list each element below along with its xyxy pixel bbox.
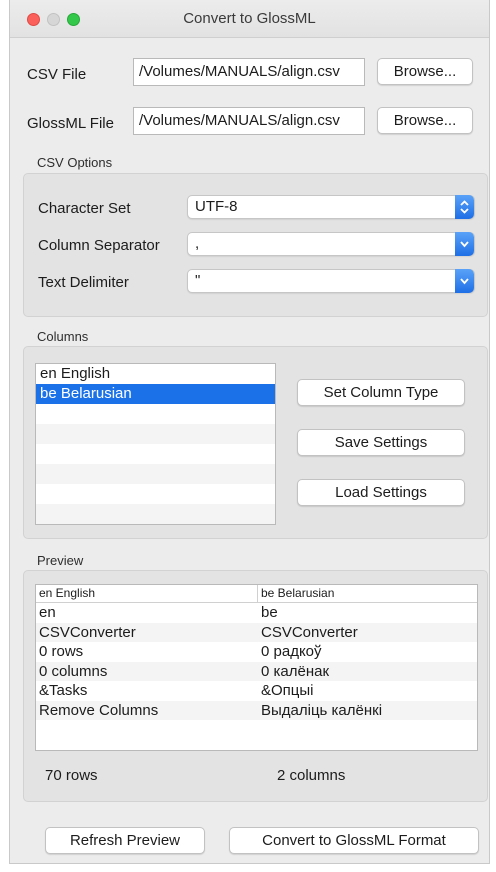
character-set-label: Character Set — [38, 200, 131, 217]
character-set-value: UTF-8 — [195, 198, 238, 215]
csv-browse-button[interactable]: Browse... — [377, 58, 473, 85]
chevron-down-icon — [455, 269, 474, 293]
table-cell: CSVConverter — [261, 623, 358, 641]
list-empty-row — [36, 504, 275, 524]
preview-table[interactable]: en English be Belarusian en be CSVConver… — [35, 584, 478, 751]
column-header[interactable]: be Belarusian — [258, 585, 334, 602]
columns-list[interactable]: en English be Belarusian — [35, 363, 276, 525]
chevron-down-icon — [455, 232, 474, 256]
refresh-preview-button[interactable]: Refresh Preview — [45, 827, 205, 854]
table-cell: Remove Columns — [39, 701, 159, 719]
table-row — [36, 720, 477, 740]
table-header: en English be Belarusian — [36, 585, 477, 603]
convert-dialog: Convert to GlossML CSV File /Volumes/MAN… — [9, 0, 490, 864]
list-item-selected[interactable]: be Belarusian — [36, 384, 275, 404]
table-row[interactable]: en be — [36, 603, 477, 623]
table-cell: 0 калёнак — [261, 662, 330, 680]
text-delimiter-select[interactable]: " — [187, 269, 475, 293]
column-count-label: 2 columns — [277, 767, 346, 784]
columns-heading: Columns — [37, 329, 89, 344]
row-count-label: 70 rows — [45, 767, 98, 784]
table-row[interactable]: CSVConverter CSVConverter — [36, 622, 477, 642]
table-cell: 0 радкоў — [261, 643, 322, 660]
convert-button[interactable]: Convert to GlossML Format — [229, 827, 479, 854]
table-cell: be — [261, 604, 278, 621]
table-row[interactable]: Remove Columns Выдаліць калёнкі — [36, 700, 477, 720]
csv-file-label: CSV File — [27, 66, 87, 83]
text-delimiter-label: Text Delimiter — [38, 274, 129, 291]
window-title: Convert to GlossML — [183, 10, 316, 27]
column-separator-select[interactable]: , — [187, 232, 475, 256]
table-cell: 0 columns — [39, 662, 108, 680]
list-empty-row — [36, 484, 275, 504]
list-empty-row — [36, 464, 275, 484]
table-row[interactable]: 0 rows 0 радкоў — [36, 642, 477, 662]
table-row[interactable]: 0 columns 0 калёнак — [36, 661, 477, 681]
save-settings-button[interactable]: Save Settings — [297, 429, 465, 456]
table-cell: 0 rows — [39, 643, 84, 660]
table-row[interactable]: &Tasks &Опцыі — [36, 681, 477, 701]
table-cell: &Опцыі — [261, 682, 314, 699]
csv-options-group: Character Set UTF-8 Column Separator , T… — [23, 173, 488, 317]
glossml-browse-button[interactable]: Browse... — [377, 107, 473, 134]
table-cell: &Tasks — [39, 682, 88, 699]
list-empty-row — [36, 404, 275, 424]
glossml-file-path-field[interactable]: /Volumes/MANUALS/align.csv — [133, 107, 365, 135]
set-column-type-button[interactable]: Set Column Type — [297, 379, 465, 406]
list-empty-row — [36, 444, 275, 464]
column-header[interactable]: en English — [36, 585, 258, 602]
text-delimiter-value: " — [195, 272, 201, 289]
preview-group: en English be Belarusian en be CSVConver… — [23, 570, 488, 802]
csv-file-path-field[interactable]: /Volumes/MANUALS/align.csv — [133, 58, 365, 86]
character-set-select[interactable]: UTF-8 — [187, 195, 475, 219]
table-cell: CSVConverter — [39, 623, 136, 641]
table-cell: Выдаліць калёнкі — [261, 701, 383, 719]
csv-options-heading: CSV Options — [37, 155, 113, 170]
column-separator-label: Column Separator — [38, 237, 160, 254]
preview-heading: Preview — [37, 553, 84, 568]
updown-arrows-icon — [455, 195, 474, 219]
list-empty-row — [36, 424, 275, 444]
glossml-file-label: GlossML File — [27, 115, 114, 132]
columns-group: en English be Belarusian Set Column Type… — [23, 346, 488, 539]
column-separator-value: , — [195, 235, 200, 252]
table-cell: en — [39, 604, 56, 621]
load-settings-button[interactable]: Load Settings — [297, 479, 465, 506]
list-item[interactable]: en English — [36, 364, 275, 384]
title-bar: Convert to GlossML — [10, 0, 489, 38]
